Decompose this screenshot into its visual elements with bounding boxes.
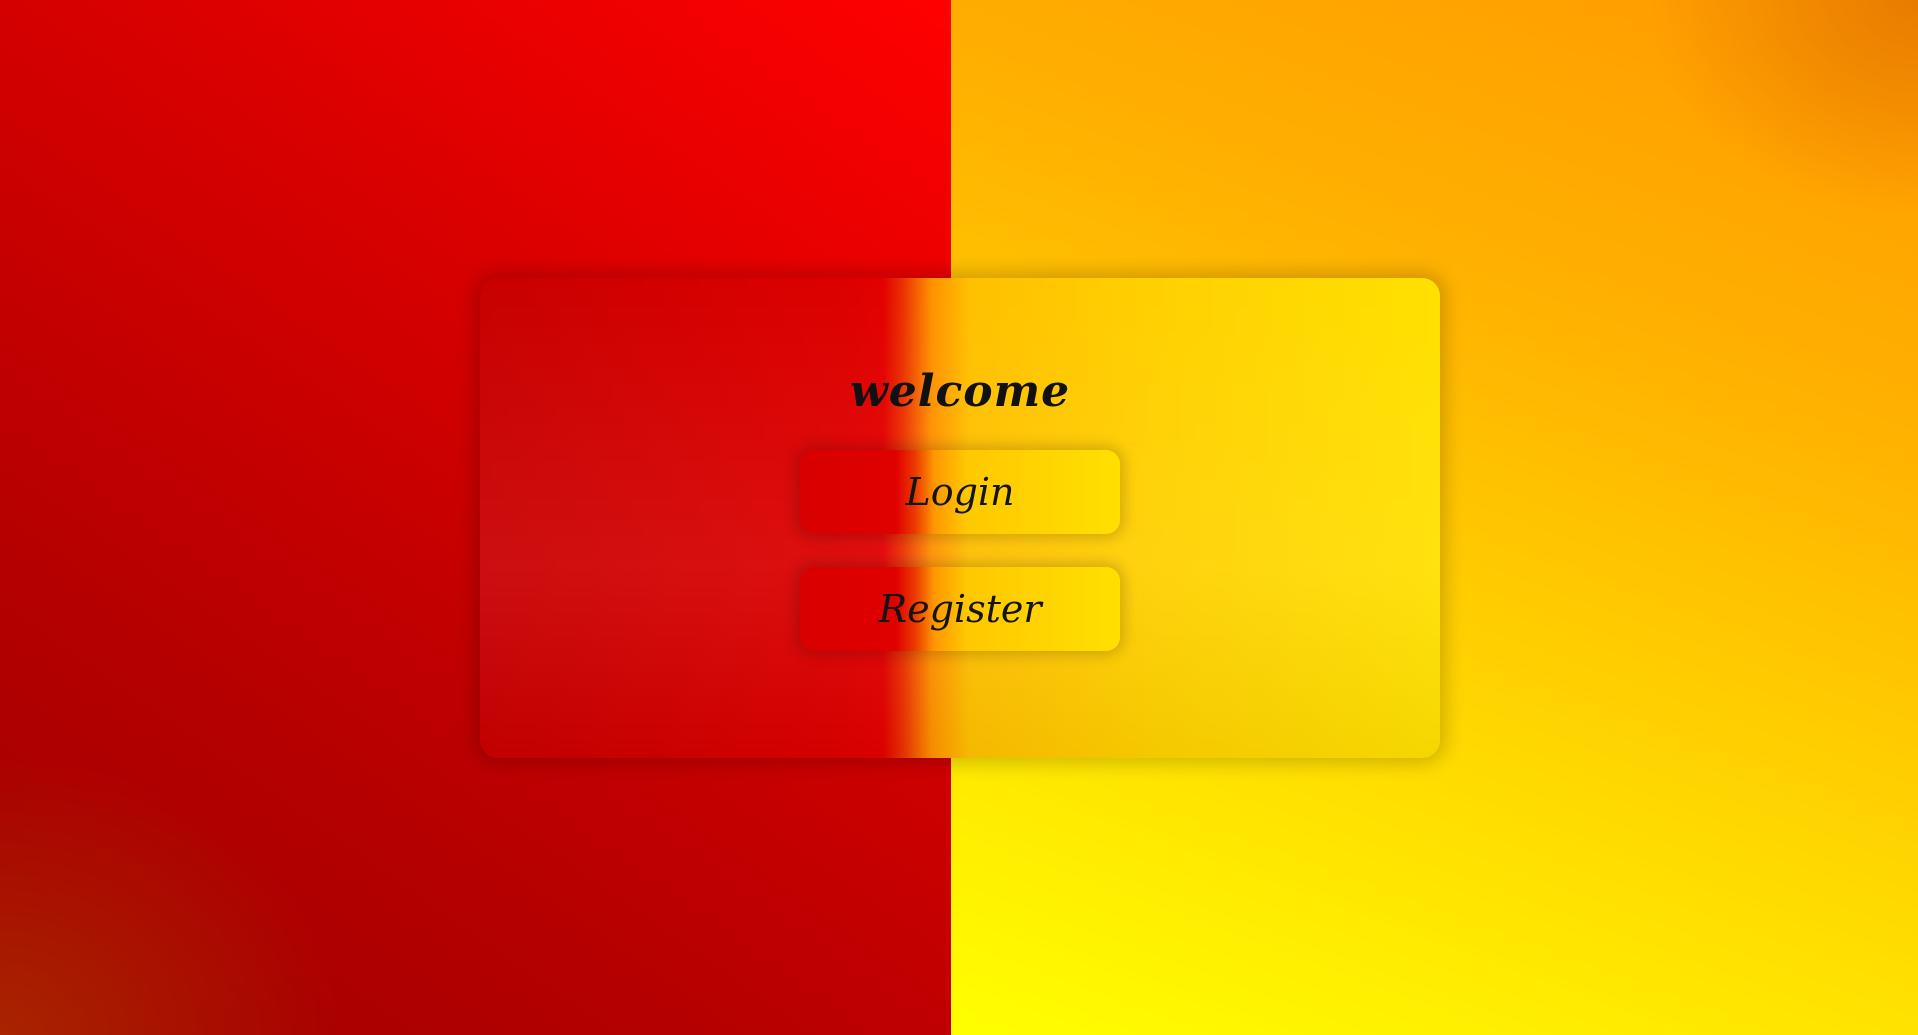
login-button[interactable]: Login	[800, 450, 1120, 534]
welcome-card: welcome Login Register	[480, 278, 1440, 758]
welcome-title: welcome	[849, 366, 1071, 417]
register-button[interactable]: Register	[800, 567, 1120, 651]
login-button-label: Login	[905, 470, 1015, 514]
welcome-page: welcome Login Register	[0, 0, 1918, 1035]
register-button-label: Register	[878, 587, 1042, 631]
